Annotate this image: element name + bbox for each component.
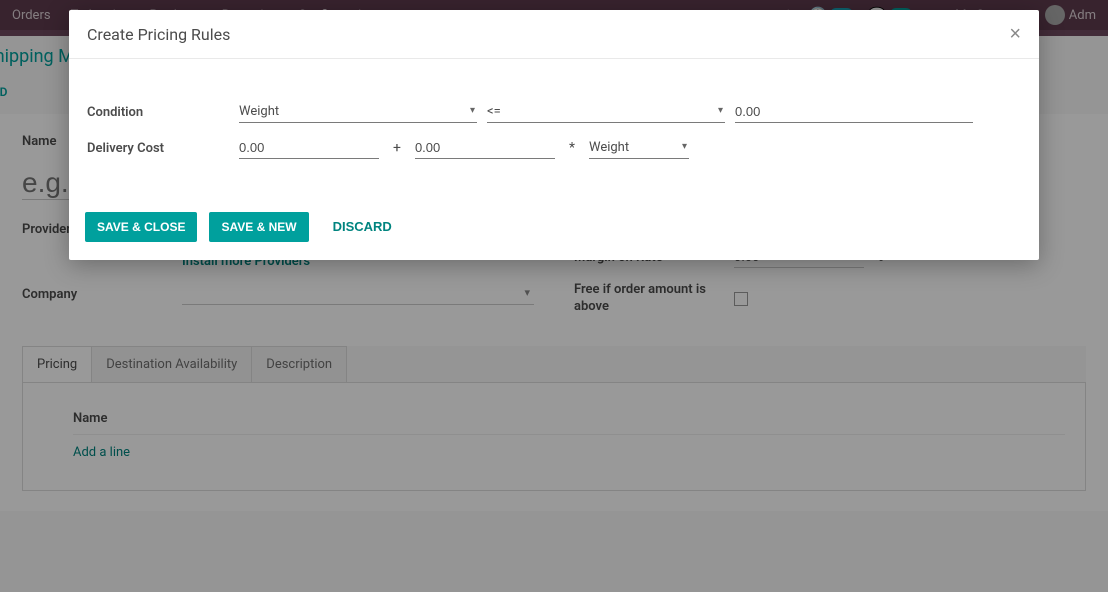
plus-op: + [389, 140, 405, 156]
cost-base-input[interactable] [239, 137, 379, 159]
chevron-down-icon: ▾ [682, 141, 687, 152]
cost-label: Delivery Cost [87, 141, 229, 156]
save-new-button[interactable]: SAVE & NEW [209, 212, 308, 242]
chevron-down-icon: ▾ [470, 105, 475, 116]
condition-value-input[interactable] [735, 101, 973, 123]
condition-operator-select[interactable]: <=▾ [487, 101, 725, 123]
condition-label: Condition [87, 105, 229, 120]
chevron-down-icon: ▾ [718, 105, 723, 116]
modal-title: Create Pricing Rules [87, 25, 1009, 44]
save-close-button[interactable]: SAVE & CLOSE [85, 212, 197, 242]
modal-dialog: Create Pricing Rules × Condition Weight▾… [69, 10, 1039, 260]
condition-variable-select[interactable]: Weight▾ [239, 101, 477, 123]
cost-rate-input[interactable] [415, 137, 555, 159]
discard-button[interactable]: DISCARD [321, 211, 404, 242]
times-op: * [565, 140, 579, 156]
cost-unit-select[interactable]: Weight▾ [589, 137, 689, 159]
modal-overlay: Create Pricing Rules × Condition Weight▾… [0, 0, 1108, 592]
close-icon[interactable]: × [1009, 24, 1021, 44]
